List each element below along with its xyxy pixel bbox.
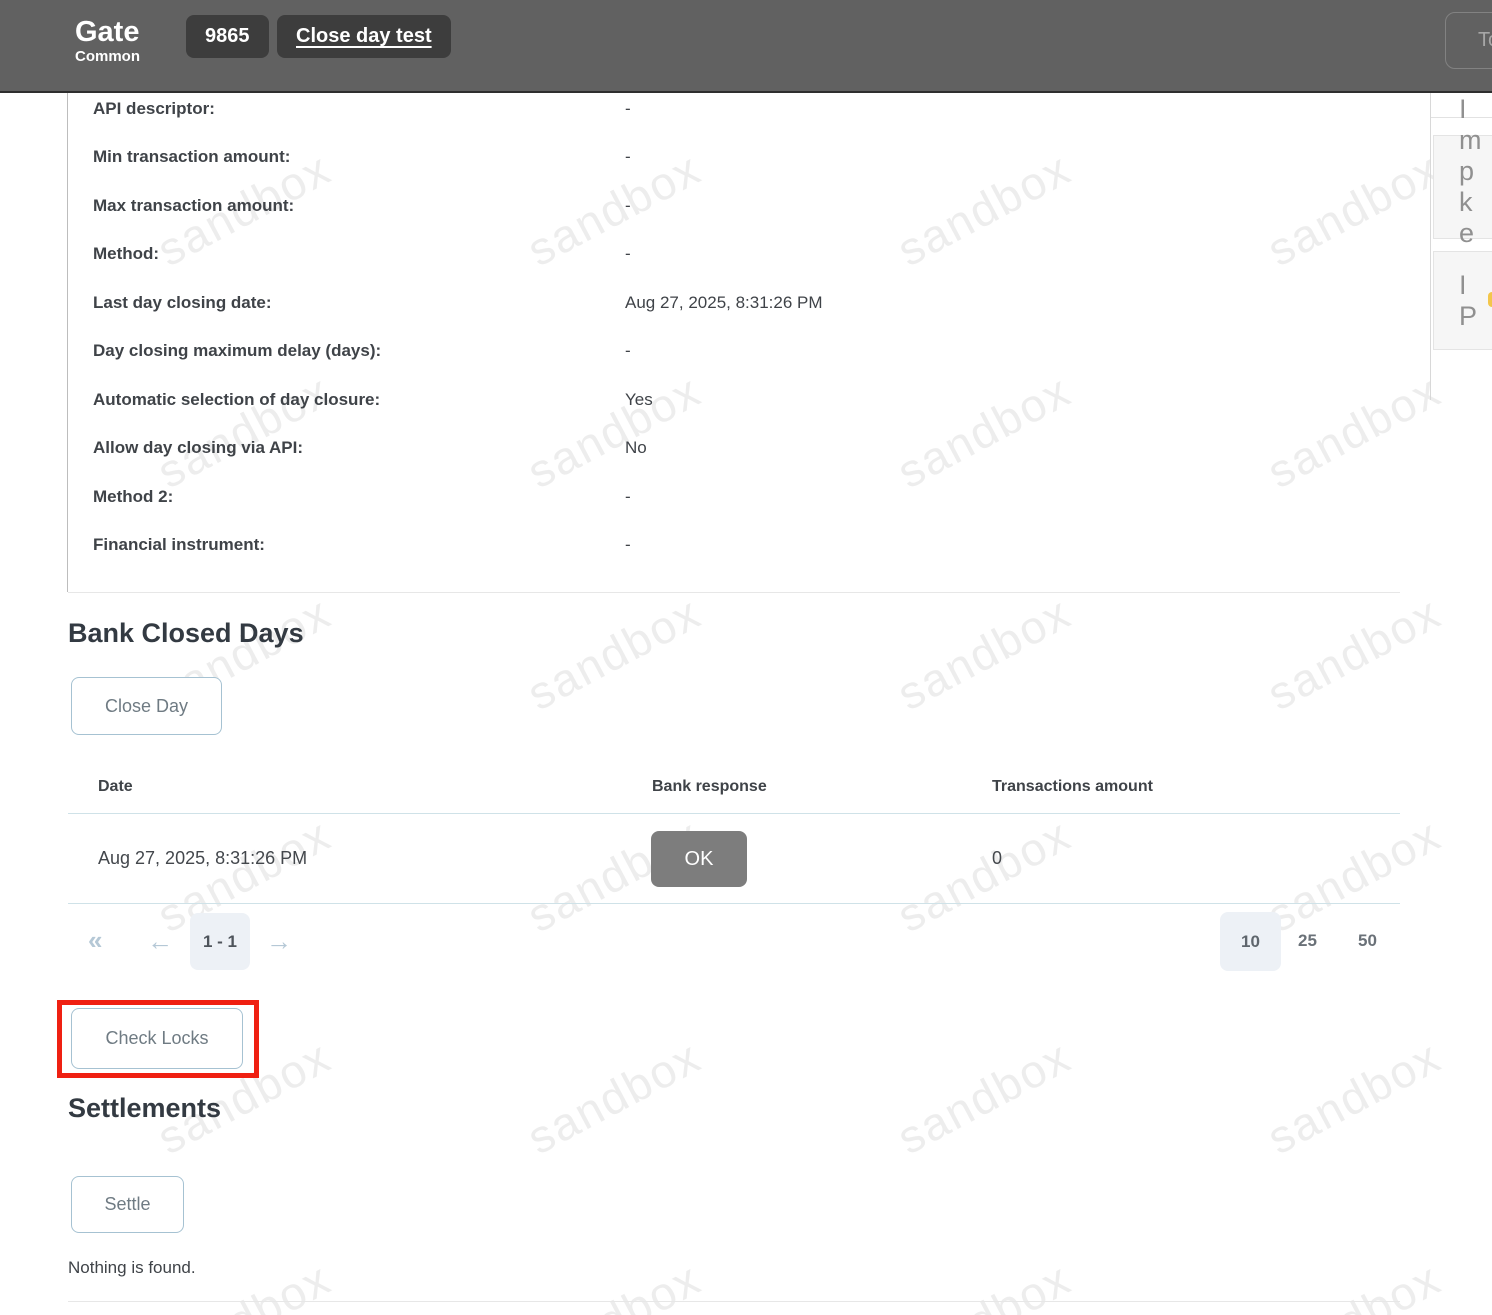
pagination-prev-icon[interactable]: ← (147, 926, 173, 957)
detail-label: Method 2: (93, 487, 173, 507)
detail-value: Yes (625, 390, 653, 410)
detail-label: API descriptor: (93, 99, 215, 119)
right-panel: Imp key IP (1430, 93, 1492, 400)
gate-id-badge: 9865 (186, 15, 269, 58)
detail-value: - (625, 341, 631, 361)
detail-label: Allow day closing via API: (93, 438, 303, 458)
detail-row: Day closing maximum delay (days): - (0, 341, 1400, 363)
detail-row: Method 2: - (0, 487, 1400, 509)
section-divider (68, 592, 1400, 593)
app-logo: Gate Common (75, 17, 140, 65)
detail-row: Method: - (0, 244, 1400, 266)
detail-row: API descriptor: - (0, 99, 1400, 121)
page-size-option-10[interactable]: 10 (1220, 912, 1281, 971)
detail-value: - (625, 244, 631, 264)
table-row-date: Aug 27, 2025, 8:31:26 PM (98, 848, 307, 869)
right-panel-item-import-keys[interactable]: Imp key (1433, 135, 1492, 239)
detail-value: No (625, 438, 647, 458)
settlements-empty-text: Nothing is found. (68, 1258, 196, 1278)
pagination-range: 1 - 1 (190, 913, 250, 970)
table-header-transactions-amount: Transactions amount (992, 778, 1153, 796)
detail-label: Day closing maximum delay (days): (93, 341, 381, 361)
detail-label: Automatic selection of day closure: (93, 390, 380, 410)
page: sandboxsandboxsandboxsandboxsandboxsandb… (0, 0, 1492, 1315)
table-header-bank-response: Bank response (652, 778, 767, 796)
bank-closed-days-title: Bank Closed Days (68, 618, 304, 649)
detail-row: Last day closing date: Aug 27, 2025, 8:31… (0, 293, 1400, 315)
detail-value: - (625, 535, 631, 555)
right-panel-item-label: IP (1434, 270, 1479, 332)
table-row-border (68, 903, 1400, 904)
gate-name-link[interactable]: Close day test (277, 15, 451, 58)
header-top-right-button[interactable]: To (1445, 12, 1492, 69)
table-header-date: Date (98, 778, 133, 796)
detail-row: Automatic selection of day closure: Yes (0, 390, 1400, 412)
detail-label: Max transaction amount: (93, 196, 294, 216)
annotation-highlight-box (57, 1000, 259, 1078)
bank-response-badge: OK (651, 831, 747, 887)
pagination-first-icon[interactable]: « (88, 925, 102, 956)
table-header-border (68, 813, 1400, 814)
pagination-next-icon[interactable]: → (266, 926, 292, 957)
detail-value: - (625, 196, 631, 216)
detail-row: Financial instrument: - (0, 535, 1400, 557)
right-panel-item-ip[interactable]: IP (1433, 251, 1492, 350)
detail-row: Allow day closing via API: No (0, 438, 1400, 460)
detail-label: Min transaction amount: (93, 147, 290, 167)
detail-label: Method: (93, 244, 159, 264)
key-icon (1488, 292, 1492, 307)
detail-value: Aug 27, 2025, 8:31:26 PM (625, 293, 823, 313)
settlements-title: Settlements (68, 1093, 221, 1124)
app-logo-subtitle: Common (75, 48, 140, 65)
detail-row: Max transaction amount: - (0, 196, 1400, 218)
right-panel-border (1430, 93, 1431, 400)
app-header: Gate Common 9865 Close day test To (0, 0, 1492, 93)
detail-value: - (625, 147, 631, 167)
page-size-option-50[interactable]: 50 (1358, 931, 1377, 951)
close-day-button[interactable]: Close Day (71, 677, 222, 735)
page-size-option-25[interactable]: 25 (1298, 931, 1317, 951)
detail-row: Min transaction amount: - (0, 147, 1400, 169)
detail-label: Financial instrument: (93, 535, 265, 555)
bottom-divider (68, 1301, 1400, 1302)
detail-value: - (625, 487, 631, 507)
detail-value: - (625, 99, 631, 119)
app-logo-title: Gate (75, 17, 140, 48)
detail-label: Last day closing date: (93, 293, 272, 313)
settle-button[interactable]: Settle (71, 1176, 184, 1233)
main-content: API descriptor: - Min transaction amount: -… (0, 0, 1492, 1315)
table-row-amount: 0 (992, 848, 1002, 869)
